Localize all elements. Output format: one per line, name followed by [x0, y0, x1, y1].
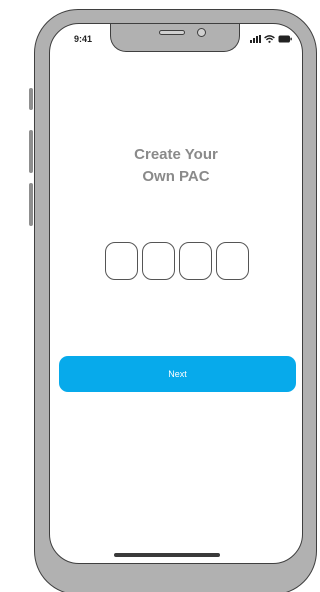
pac-digit-1[interactable] — [105, 242, 138, 280]
volume-up-button — [29, 130, 33, 173]
silent-switch — [29, 88, 33, 110]
title-line-1: Create Your — [134, 146, 218, 163]
pac-input-row — [105, 242, 249, 280]
pac-digit-4[interactable] — [216, 242, 249, 280]
notch — [110, 24, 240, 52]
speaker-icon — [159, 30, 185, 35]
signal-icon — [250, 35, 261, 43]
pac-digit-2[interactable] — [142, 242, 175, 280]
pac-digit-3[interactable] — [179, 242, 212, 280]
phone-screen: 9:41 Create Your Own PAC Next — [49, 23, 303, 564]
battery-icon — [278, 35, 292, 43]
camera-icon — [197, 28, 206, 37]
volume-down-button — [29, 183, 33, 226]
next-button[interactable]: Next — [59, 356, 296, 392]
wifi-icon — [264, 35, 275, 43]
title-line-2: Own PAC — [142, 168, 210, 185]
page-title: Create Your Own PAC — [50, 144, 302, 188]
status-time: 9:41 — [74, 34, 93, 44]
status-icons — [250, 34, 292, 43]
home-indicator — [114, 553, 220, 557]
device-mockup: 9:41 Create Your Own PAC Next — [0, 0, 317, 592]
